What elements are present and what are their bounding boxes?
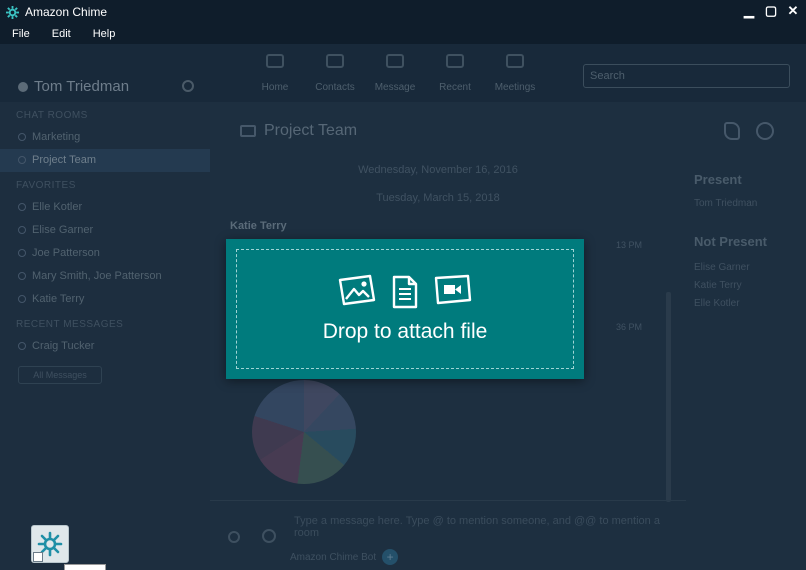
- group-icon: [18, 272, 26, 280]
- drop-zone-overlay[interactable]: Drop to attach file: [226, 239, 584, 379]
- title-bar: Amazon Chime ▁ ▢ ✕: [0, 0, 806, 24]
- menu-file[interactable]: File: [12, 28, 30, 40]
- search-input[interactable]: Search: [583, 64, 790, 88]
- video-icon: [434, 274, 472, 305]
- sidebar-item-joe-patterson[interactable]: Joe Patterson: [0, 242, 210, 265]
- attendee-item[interactable]: Tom Triedman: [694, 198, 757, 209]
- room-title: Project Team: [240, 122, 357, 140]
- present-header: Present: [694, 172, 742, 187]
- scrollbar[interactable]: [666, 292, 671, 502]
- presence-icon: [18, 226, 26, 234]
- sidebar-item-katie-terry[interactable]: Katie Terry: [0, 288, 210, 311]
- message-icon: [386, 54, 404, 68]
- window-title: Amazon Chime: [25, 5, 108, 19]
- user-menu[interactable]: Tom Triedman: [18, 78, 129, 95]
- date-divider: Tuesday, March 15, 2018: [376, 192, 500, 204]
- tab-contacts[interactable]: Contacts: [312, 54, 358, 93]
- home-icon: [266, 54, 284, 68]
- presence-icon: [18, 249, 26, 257]
- emoji-icon[interactable]: [262, 529, 276, 543]
- drop-zone-border: Drop to attach file: [236, 249, 574, 369]
- room-icon: [18, 133, 26, 141]
- date-divider: Wednesday, November 16, 2016: [358, 164, 518, 176]
- message-time: 36 PM: [616, 322, 643, 332]
- attach-icon[interactable]: [225, 528, 243, 546]
- user-name: Tom Triedman: [34, 78, 130, 95]
- recent-icon: [446, 54, 464, 68]
- favorites-header: FAVORITES: [16, 180, 76, 191]
- all-messages-button[interactable]: All Messages: [18, 366, 102, 384]
- user-settings-icon[interactable]: [182, 80, 194, 92]
- chat-room-icon: [240, 125, 256, 137]
- attendee-pane: Present Tom Triedman Not Present Elise G…: [686, 102, 806, 570]
- meetings-icon: [506, 54, 524, 68]
- chime-logo-icon: [6, 5, 19, 19]
- tab-message[interactable]: Message: [372, 54, 418, 93]
- not-present-header: Not Present: [694, 234, 767, 249]
- message-input[interactable]: Type a message here. Type @ to mention s…: [294, 515, 686, 539]
- attendee-item[interactable]: Katie Terry: [694, 280, 742, 291]
- shortcut-arrow-icon: [33, 552, 43, 562]
- document-icon: [392, 275, 418, 309]
- menu-help[interactable]: Help: [93, 28, 116, 40]
- sidebar-item-marketing[interactable]: Marketing: [0, 126, 210, 149]
- room-settings-icon[interactable]: [756, 122, 774, 140]
- compose-area: Type a message here. Type @ to mention s…: [210, 500, 686, 570]
- sidebar-item-mary-smith-joe-patterson[interactable]: Mary Smith, Joe Patterson: [0, 265, 210, 288]
- add-icon: +: [382, 549, 399, 565]
- minimize-button[interactable]: ▁: [742, 3, 756, 19]
- drop-message: Drop to attach file: [322, 320, 488, 343]
- desktop-tooltip: [64, 564, 106, 570]
- presence-icon: [18, 295, 26, 303]
- chat-rooms-header: CHAT ROOMS: [16, 110, 88, 121]
- presence-icon: [18, 81, 28, 92]
- presence-icon: [18, 342, 26, 350]
- menu-bar: File Edit Help: [0, 24, 806, 44]
- image-icon: [338, 274, 376, 306]
- close-button[interactable]: ✕: [786, 3, 800, 19]
- sidebar-item-project-team[interactable]: Project Team: [0, 149, 210, 172]
- top-nav: Tom Triedman Home Contacts Message Recen…: [0, 44, 806, 102]
- presence-icon: [18, 203, 26, 211]
- sidebar-item-elise-garner[interactable]: Elise Garner: [0, 219, 210, 242]
- call-icon[interactable]: [724, 122, 740, 140]
- message-time: 13 PM: [616, 240, 643, 250]
- tab-home[interactable]: Home: [252, 54, 298, 93]
- maximize-button[interactable]: ▢: [764, 3, 778, 19]
- sidebar-item-craig-tucker[interactable]: Craig Tucker: [0, 335, 210, 358]
- sidebar: CHAT ROOMS Marketing Project Team FAVORI…: [0, 102, 210, 570]
- sidebar-item-elle-kotler[interactable]: Elle Kotler: [0, 196, 210, 219]
- menu-edit[interactable]: Edit: [52, 28, 71, 40]
- recent-messages-header: RECENT MESSAGES: [16, 319, 124, 330]
- contacts-icon: [326, 54, 344, 68]
- chime-bot-suggestion[interactable]: Amazon Chime Bot +: [290, 549, 399, 565]
- tab-recent[interactable]: Recent: [432, 54, 478, 93]
- room-icon: [18, 156, 26, 164]
- attendee-item[interactable]: Elle Kotler: [694, 298, 740, 309]
- attendee-item[interactable]: Elise Garner: [694, 262, 750, 273]
- message-author: Katie Terry: [230, 220, 287, 232]
- tab-meetings[interactable]: Meetings: [492, 54, 538, 93]
- attachment-thumbnail[interactable]: [252, 380, 356, 484]
